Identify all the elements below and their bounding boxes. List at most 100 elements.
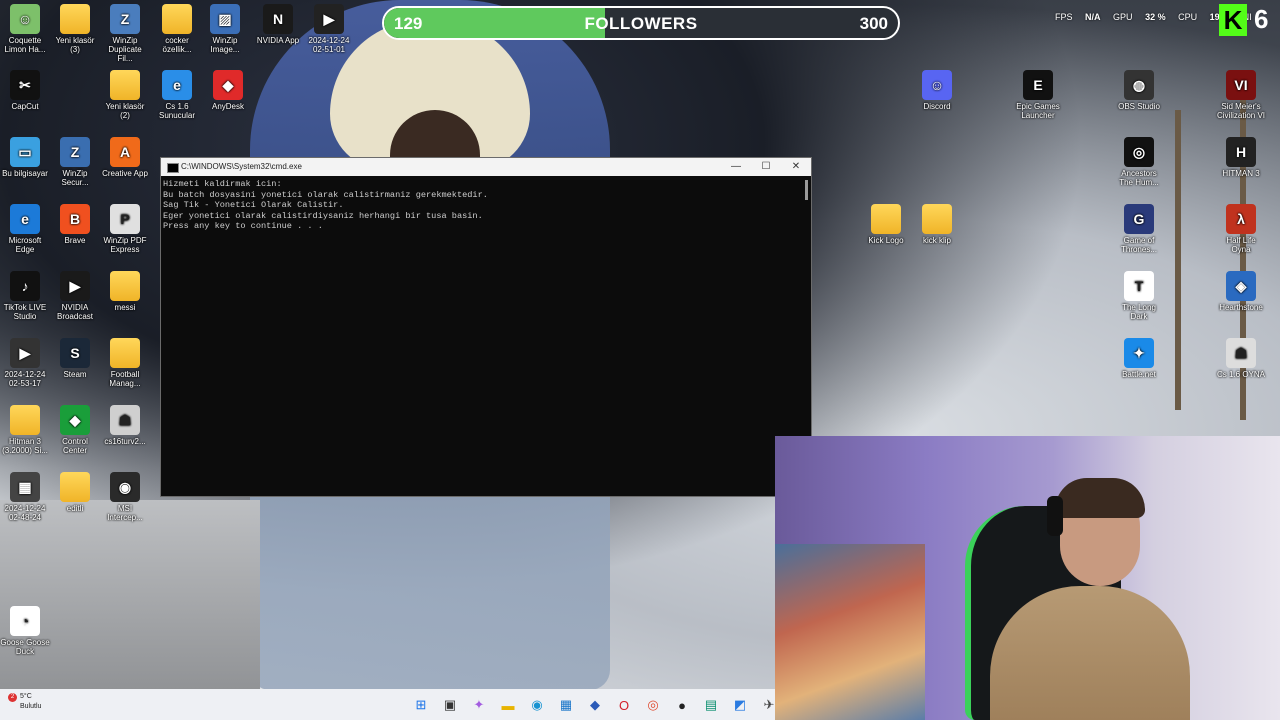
desktop-icon[interactable]: Z WinZip Secur... bbox=[50, 137, 100, 187]
desktop-icon[interactable]: H HITMAN 3 bbox=[1216, 137, 1266, 178]
maximize-button[interactable]: ☐ bbox=[751, 158, 781, 176]
desktop-icon-label: Battle.net bbox=[1122, 370, 1156, 379]
desktop-icon[interactable]: ▶ 2024-12-24 02-51-01 bbox=[304, 4, 354, 54]
desktop-icon[interactable]: ▦ 2024-12-24 02-48-24 bbox=[0, 472, 50, 522]
desktop-icon[interactable]: e Cs 1.6 Sunucular bbox=[152, 70, 202, 120]
app4-icon[interactable]: ✈ bbox=[758, 694, 780, 716]
desktop-icon[interactable]: cocker özellik... bbox=[152, 4, 202, 54]
desktop-icon[interactable]: kick klip bbox=[912, 204, 962, 245]
desktop-icon[interactable]: Yeni klasör (2) bbox=[100, 70, 150, 120]
desktop-icon[interactable]: ☗ cs16turv2... bbox=[100, 405, 150, 446]
app-icon bbox=[922, 204, 952, 234]
app-icon bbox=[110, 338, 140, 368]
app-icon: S bbox=[60, 338, 90, 368]
app2-icon[interactable]: ▤ bbox=[700, 694, 722, 716]
desktop-icon[interactable]: ▶ 2024-12-24 02-53-17 bbox=[0, 338, 50, 388]
desktop-icon[interactable]: Yeni klasör (3) bbox=[50, 4, 100, 54]
desktop-icon[interactable]: ☺ Discord bbox=[912, 70, 962, 111]
desktop-icon[interactable]: ◆ AnyDesk bbox=[203, 70, 253, 111]
desktop-icon[interactable]: T The Long Dark bbox=[1114, 271, 1164, 321]
desktop-icon-label: AnyDesk bbox=[211, 102, 244, 111]
desktop-icon-label: Bu bilgisayar bbox=[2, 169, 48, 178]
desktop-icon[interactable]: ◎ Ancestors The Hum... bbox=[1114, 137, 1164, 187]
cmd-output[interactable]: Hizmeti kaldirmak icin: Bu batch dosyasi… bbox=[161, 176, 811, 235]
cmd-titlebar[interactable]: C:\WINDOWS\System32\cmd.exe — ☐ ✕ bbox=[161, 158, 811, 176]
app-icon: ▶ bbox=[10, 338, 40, 368]
app-icon: Z bbox=[60, 137, 90, 167]
file-explorer-icon[interactable]: ▬ bbox=[497, 694, 519, 716]
task-view-icon[interactable]: ▣ bbox=[439, 694, 461, 716]
desktop-icon[interactable]: VI Sid Meier's Civilization VI bbox=[1216, 70, 1266, 120]
desktop-icon-label: The Long Dark bbox=[1122, 303, 1156, 321]
desktop-icon-label: Half Life Oyna bbox=[1226, 236, 1256, 254]
webcam-overlay bbox=[775, 436, 1280, 720]
weather-temp: 5°C bbox=[20, 693, 32, 700]
desktop-icon-label: Creative App bbox=[102, 169, 148, 178]
desktop-icon[interactable]: ▨ WinZip Image... bbox=[200, 4, 250, 54]
desktop-icon[interactable]: ☺ Coquette Limon Ha... bbox=[0, 4, 50, 54]
desktop-icon-label: OBS Studio bbox=[1118, 102, 1160, 111]
desktop-icon[interactable]: Football Manag... bbox=[100, 338, 150, 388]
desktop-icon[interactable]: P WinZip PDF Express bbox=[100, 204, 150, 254]
desktop-icon[interactable]: ◉ MSI Intercep... bbox=[100, 472, 150, 522]
close-button[interactable]: ✕ bbox=[781, 158, 811, 176]
minimize-button[interactable]: — bbox=[721, 158, 751, 176]
desktop-icon-label: HITMAN 3 bbox=[1222, 169, 1260, 178]
cmd-window[interactable]: C:\WINDOWS\System32\cmd.exe — ☐ ✕ Hizmet… bbox=[160, 157, 812, 497]
desktop-icon[interactable]: ◔ Goose Goose Duck bbox=[0, 606, 50, 656]
opera-icon[interactable]: O bbox=[613, 694, 635, 716]
desktop-icon[interactable]: A Creative App bbox=[100, 137, 150, 178]
kick-icon: K bbox=[1219, 4, 1247, 36]
desktop-icon[interactable]: ☗ Cs 1.6 OYNA bbox=[1216, 338, 1266, 379]
desktop-icon[interactable]: E Epic Games Launcher bbox=[1013, 70, 1063, 120]
desktop-icon[interactable]: G Game of Thrones... bbox=[1114, 204, 1164, 254]
desktop-icon[interactable]: Kick Logo bbox=[861, 204, 911, 245]
obs-icon[interactable]: ● bbox=[671, 694, 693, 716]
desktop-icon-label: Hearthstone bbox=[1219, 303, 1263, 312]
app-icon: e bbox=[162, 70, 192, 100]
desktop-icon-label: messi bbox=[114, 303, 136, 312]
desktop-icon[interactable]: Z WinZip Duplicate Fil... bbox=[100, 4, 150, 63]
app-icon: ▶ bbox=[314, 4, 344, 34]
cmd-title: C:\WINDOWS\System32\cmd.exe bbox=[181, 162, 302, 171]
desktop-icon-label: Control Center bbox=[62, 437, 88, 455]
desktop-icon[interactable]: ✦ Battle.net bbox=[1114, 338, 1164, 379]
cmd-scrollbar[interactable] bbox=[805, 180, 808, 200]
desktop-icon[interactable]: ▶ NVIDIA Broadcast bbox=[50, 271, 100, 321]
desktop-icon[interactable]: N NVIDIA App bbox=[253, 4, 303, 45]
app-icon: ▭ bbox=[10, 137, 40, 167]
desktop-icon-label: cs16turv2... bbox=[104, 437, 146, 446]
start-icon[interactable]: ⊞ bbox=[410, 694, 432, 716]
terminal-icon bbox=[167, 163, 179, 173]
desktop-icon[interactable]: ◆ Control Center bbox=[50, 405, 100, 455]
chrome-icon[interactable]: ◎ bbox=[642, 694, 664, 716]
app-icon: ▶ bbox=[60, 271, 90, 301]
cmd-line: Hizmeti kaldirmak icin: bbox=[163, 179, 282, 189]
desktop-icon[interactable]: ▭ Bu bilgisayar bbox=[0, 137, 50, 178]
desktop-icon[interactable]: ◈ Hearthstone bbox=[1216, 271, 1266, 312]
weather-widget[interactable]: 2 5°C Bulutlu bbox=[8, 692, 41, 711]
desktop-icon[interactable]: B Brave bbox=[50, 204, 100, 245]
desktop-icon[interactable]: S Steam bbox=[50, 338, 100, 379]
desktop-icon-label: Hitman 3 (3.2000) Si... bbox=[2, 437, 48, 455]
desktop-icon[interactable]: ♪ TikTok LIVE Studio bbox=[0, 271, 50, 321]
app-icon: ◆ bbox=[60, 405, 90, 435]
desktop-icon[interactable]: messi bbox=[100, 271, 150, 312]
app3-icon[interactable]: ◩ bbox=[729, 694, 751, 716]
app-icon: N bbox=[263, 4, 293, 34]
app-icon[interactable]: ◆ bbox=[584, 694, 606, 716]
desktop-icon[interactable]: editli bbox=[50, 472, 100, 513]
copilot-icon[interactable]: ✦ bbox=[468, 694, 490, 716]
app-icon bbox=[110, 271, 140, 301]
desktop-icon[interactable]: Hitman 3 (3.2000) Si... bbox=[0, 405, 50, 455]
desktop-icon-label: Game of Thrones... bbox=[1120, 236, 1157, 254]
gpu-label: GPU bbox=[1113, 12, 1133, 22]
desktop-icon[interactable]: e Microsoft Edge bbox=[0, 204, 50, 254]
store-icon[interactable]: ▦ bbox=[555, 694, 577, 716]
desktop-icon-label: Cs 1.6 Sunucular bbox=[158, 102, 196, 120]
gpu-value: 32 % bbox=[1145, 12, 1166, 22]
desktop-icon[interactable]: ◍ OBS Studio bbox=[1114, 70, 1164, 111]
edge-icon[interactable]: ◉ bbox=[526, 694, 548, 716]
desktop-icon[interactable]: ✂ CapCut bbox=[0, 70, 50, 111]
desktop-icon[interactable]: λ Half Life Oyna bbox=[1216, 204, 1266, 254]
